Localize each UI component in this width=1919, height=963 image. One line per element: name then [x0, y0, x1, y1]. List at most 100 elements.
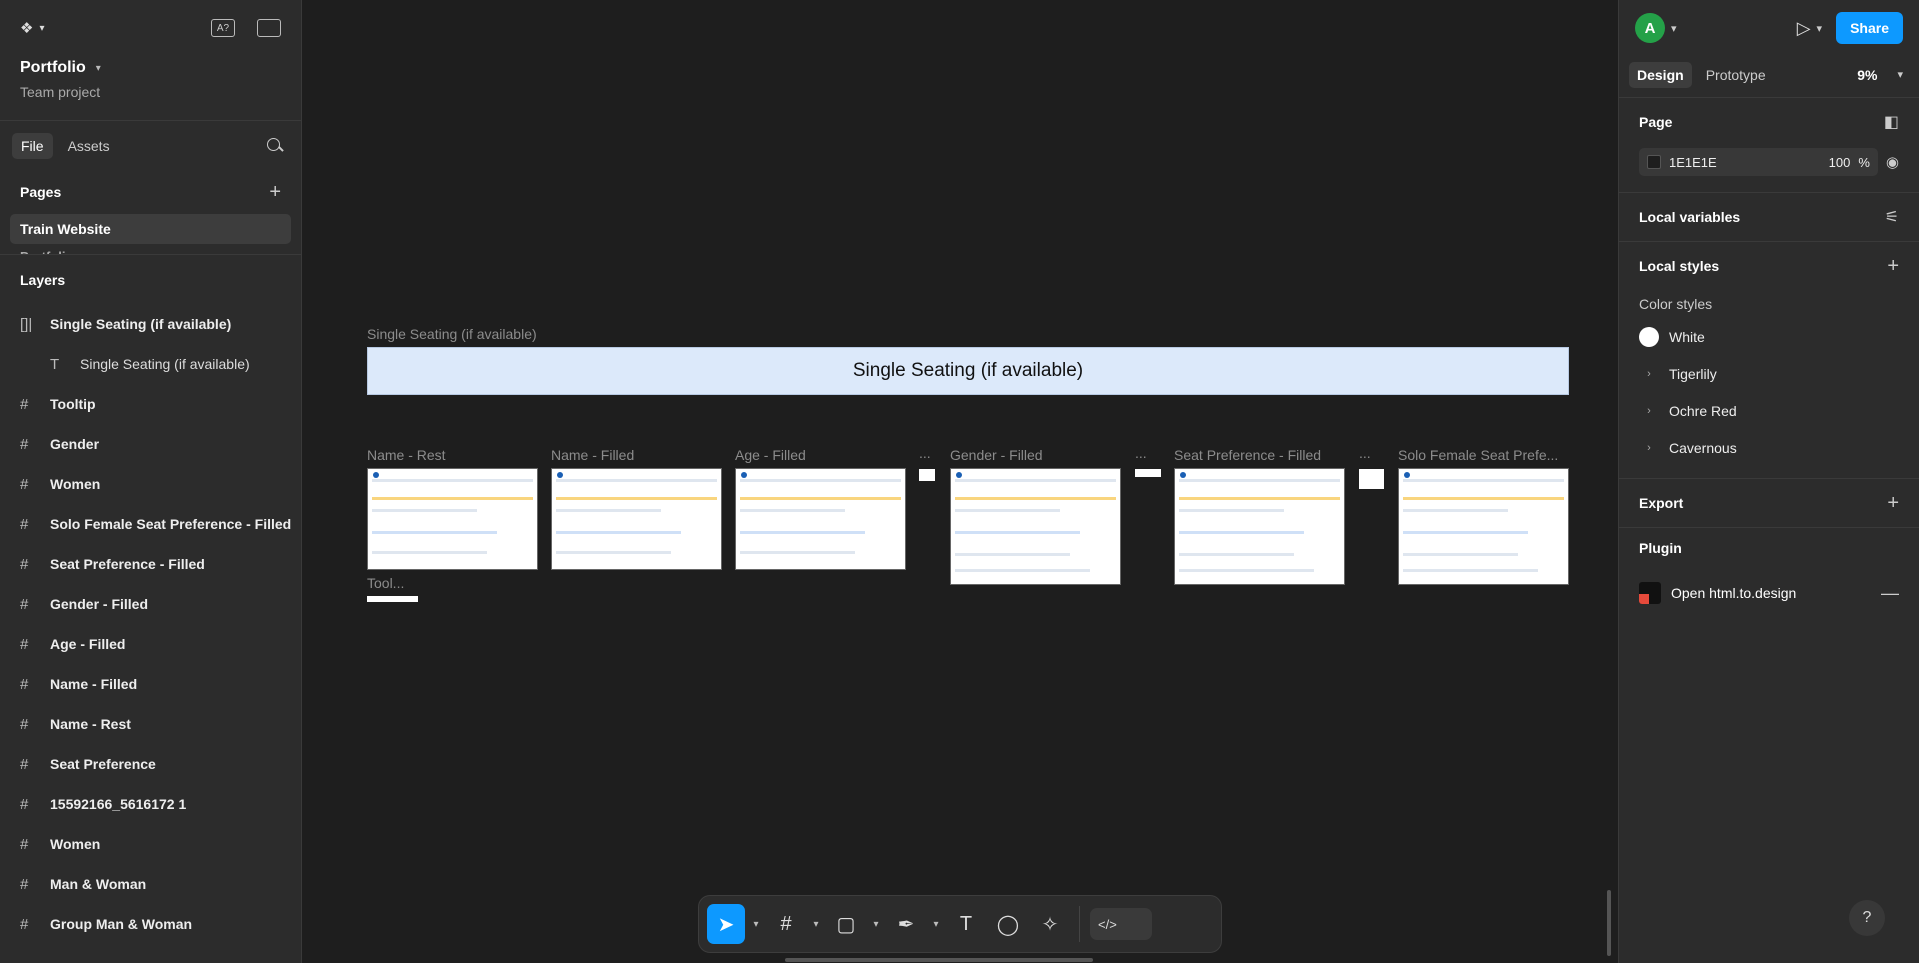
frame-label[interactable]: ...: [1359, 445, 1371, 461]
search-icon[interactable]: [267, 137, 283, 154]
single-seating-frame[interactable]: Single Seating (if available): [367, 347, 1569, 395]
main-menu-button[interactable]: ❖ ▾: [20, 19, 44, 37]
chevron-right-icon[interactable]: ›: [1639, 368, 1659, 380]
share-button[interactable]: Share: [1836, 12, 1903, 44]
add-page-icon[interactable]: +: [269, 181, 281, 204]
page-color-field[interactable]: 1E1E1E 100 %: [1639, 148, 1878, 176]
layer-item[interactable]: # Seat Preference - Filled: [0, 544, 301, 584]
frame-thumbnail-tooltip[interactable]: [1359, 469, 1384, 489]
frame-thumbnail-tool[interactable]: [367, 596, 418, 602]
frame-thumbnail-small[interactable]: [919, 469, 935, 481]
horizontal-scrollbar[interactable]: [785, 958, 1093, 962]
layer-item[interactable]: []| Single Seating (if available): [0, 304, 301, 344]
frame-icon: #: [20, 675, 29, 693]
opacity-unit: %: [1858, 154, 1870, 170]
layer-item[interactable]: # Seat Preference: [0, 744, 301, 784]
present-play-icon[interactable]: ▷: [1797, 18, 1811, 39]
page-opacity[interactable]: 100: [1829, 155, 1851, 170]
page-item-train-website[interactable]: Train Website: [10, 214, 291, 244]
frame-label[interactable]: ...: [919, 445, 931, 461]
layer-label: Women: [50, 836, 101, 852]
color-style-white[interactable]: White: [1639, 318, 1899, 355]
chevron-down-icon[interactable]: ▾: [929, 919, 943, 930]
frame-thumbnail-small[interactable]: [1135, 469, 1161, 477]
color-style-group[interactable]: › Cavernous: [1639, 429, 1899, 466]
design-canvas[interactable]: Single Seating (if available) Single Sea…: [302, 0, 1618, 963]
chevron-right-icon[interactable]: ›: [1639, 442, 1659, 454]
move-tool-icon[interactable]: ➤: [707, 904, 745, 944]
variables-adjust-icon[interactable]: ⚟: [1885, 207, 1899, 227]
frame-label[interactable]: Seat Preference - Filled: [1174, 447, 1321, 463]
chevron-down-icon[interactable]: ▾: [749, 919, 763, 930]
frame-label[interactable]: Age - Filled: [735, 447, 806, 463]
page-item-portfolio[interactable]: Portfolio: [0, 244, 301, 254]
pen-tool-icon[interactable]: ✒: [887, 904, 925, 944]
layer-item[interactable]: # Name - Filled: [0, 664, 301, 704]
layer-item[interactable]: # Group Man & Woman: [0, 904, 301, 944]
dev-mode-toggle[interactable]: </>: [1090, 908, 1152, 940]
layer-label: Age - Filled: [50, 636, 126, 652]
frame-label[interactable]: Gender - Filled: [950, 447, 1043, 463]
chevron-down-icon[interactable]: ▾: [1817, 22, 1823, 35]
color-style-group[interactable]: › Tigerlily: [1639, 355, 1899, 392]
zoom-level[interactable]: 9%: [1857, 67, 1877, 83]
layer-item[interactable]: #15592166_5616172 1: [0, 784, 301, 824]
frame-thumbnail-gender-filled[interactable]: [950, 468, 1121, 585]
tab-design[interactable]: Design: [1629, 61, 1692, 88]
tab-assets[interactable]: Assets: [59, 133, 119, 159]
ai-text-icon[interactable]: A?: [211, 19, 235, 37]
frame-label[interactable]: Solo Female Seat Prefe...: [1398, 447, 1558, 463]
layer-label: Seat Preference: [50, 756, 156, 772]
vertical-scrollbar[interactable]: [1607, 890, 1611, 956]
layer-item[interactable]: # Tooltip: [0, 384, 301, 424]
text-tool-icon[interactable]: T: [947, 904, 985, 944]
layers-list: []| Single Seating (if available) T Single…: [0, 304, 301, 944]
plugin-name[interactable]: Open html.to.design: [1671, 585, 1796, 601]
rectangle-tool-icon[interactable]: ▢: [827, 904, 865, 944]
layer-item[interactable]: T Single Seating (if available): [0, 344, 301, 384]
tab-prototype[interactable]: Prototype: [1698, 62, 1774, 88]
layer-label: Name - Filled: [50, 676, 138, 692]
frame-thumbnail-age-filled[interactable]: [735, 468, 906, 570]
frame-tool-icon[interactable]: #: [767, 904, 805, 944]
chevron-down-icon[interactable]: ▾: [1671, 22, 1677, 35]
layer-item[interactable]: # Women: [0, 464, 301, 504]
add-export-icon[interactable]: +: [1887, 492, 1899, 515]
layer-item[interactable]: # Man & Woman: [0, 864, 301, 904]
help-button[interactable]: ?: [1849, 900, 1885, 936]
frame-label[interactable]: Name - Rest: [367, 447, 446, 463]
chevron-down-icon[interactable]: ▾: [869, 919, 883, 930]
visibility-eye-icon[interactable]: ◉: [1886, 153, 1899, 171]
chevron-down-icon[interactable]: ▾: [1897, 68, 1903, 81]
comment-tool-icon[interactable]: ◯: [989, 904, 1027, 944]
frame-label[interactable]: Single Seating (if available): [367, 326, 537, 342]
frame-thumbnail-solo-female[interactable]: [1398, 468, 1569, 585]
chevron-right-icon[interactable]: ›: [1639, 405, 1659, 417]
actions-sparkle-icon[interactable]: ✧: [1031, 904, 1069, 944]
layer-item[interactable]: # Gender - Filled: [0, 584, 301, 624]
color-swatch[interactable]: [1647, 155, 1661, 169]
frame-thumbnail-name-filled[interactable]: [551, 468, 722, 570]
frame-label[interactable]: Name - Filled: [551, 447, 634, 463]
layer-item[interactable]: # Gender: [0, 424, 301, 464]
local-variables-heading[interactable]: Local variables: [1639, 209, 1740, 225]
layer-item[interactable]: # Age - Filled: [0, 624, 301, 664]
sidebar-toggle-icon[interactable]: [257, 19, 281, 37]
remove-plugin-icon[interactable]: —: [1881, 583, 1899, 604]
frame-thumbnail-seat-preference-filled[interactable]: [1174, 468, 1345, 585]
avatar[interactable]: A: [1635, 13, 1665, 43]
frame-label[interactable]: Tool...: [367, 575, 404, 591]
color-style-group[interactable]: › Ochre Red: [1639, 392, 1899, 429]
plugin-item[interactable]: Open html.to.design —: [1639, 568, 1899, 618]
layer-item[interactable]: # Women: [0, 824, 301, 864]
project-title[interactable]: Portfolio ▾: [0, 56, 301, 80]
layer-item[interactable]: # Name - Rest: [0, 704, 301, 744]
page-color-hex[interactable]: 1E1E1E: [1669, 155, 1717, 170]
frame-thumbnail-name-rest[interactable]: [367, 468, 538, 570]
page-style-icon[interactable]: ◧: [1884, 112, 1899, 132]
layer-item[interactable]: # Solo Female Seat Preference - Filled: [0, 504, 301, 544]
chevron-down-icon[interactable]: ▾: [809, 919, 823, 930]
tab-file[interactable]: File: [12, 132, 53, 159]
add-style-icon[interactable]: +: [1887, 255, 1899, 278]
frame-label[interactable]: ...: [1135, 445, 1147, 461]
